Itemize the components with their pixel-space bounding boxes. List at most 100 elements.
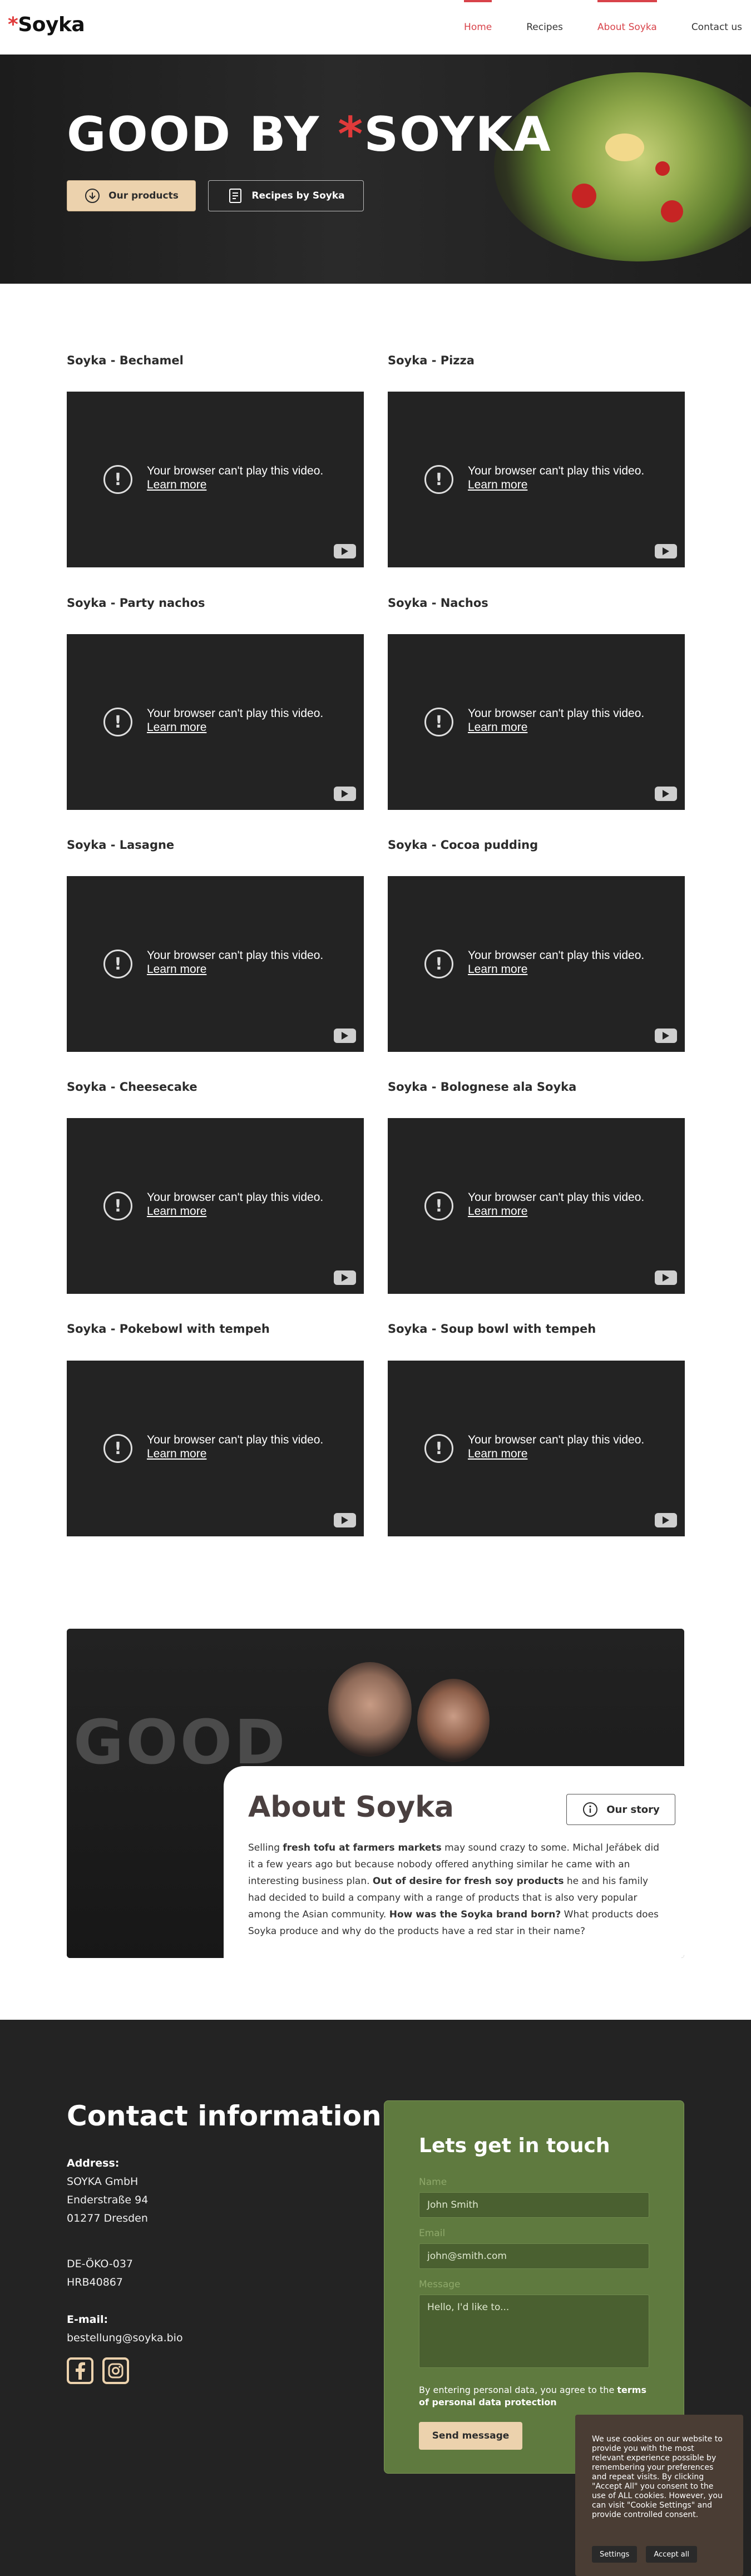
instagram-icon[interactable] xyxy=(102,2357,129,2384)
our-story-button[interactable]: Our story xyxy=(566,1794,675,1825)
youtube-icon[interactable] xyxy=(334,544,356,558)
email-link[interactable]: bestellung@soyka.bio xyxy=(67,2332,183,2344)
video-error-text: Your browser can't play this video. xyxy=(147,707,324,720)
cookie-settings-button[interactable]: Settings xyxy=(592,2546,638,2563)
salad-bowl-image xyxy=(494,72,751,261)
nav-item-about[interactable]: About Soyka xyxy=(597,0,657,55)
video-error-text: Your browser can't play this video. xyxy=(468,464,645,477)
video-error: ! Your browser can't play this video. Lear… xyxy=(424,948,644,978)
video-error: ! Your browser can't play this video. Lear… xyxy=(103,1433,323,1463)
alert-icon: ! xyxy=(424,1191,453,1220)
youtube-icon[interactable] xyxy=(655,1029,677,1043)
video-error: ! Your browser can't play this video. Lear… xyxy=(424,1433,644,1463)
tomato xyxy=(572,184,596,208)
cookie-accept-button[interactable]: Accept all xyxy=(646,2546,697,2563)
contact-title: Contact information xyxy=(67,2100,382,2132)
registration-line: DE-ÖKO-037 xyxy=(67,2258,134,2270)
video-error-text: Your browser can't play this video. xyxy=(147,1433,324,1446)
nav-item-home[interactable]: Home xyxy=(464,0,492,55)
send-message-button[interactable]: Send message xyxy=(419,2422,522,2450)
video-error-text: Your browser can't play this video. xyxy=(468,1191,645,1204)
video-player[interactable]: ! Your browser can't play this video. Lear… xyxy=(67,634,364,810)
video-title: Soyka - Pizza xyxy=(388,354,475,367)
video-player[interactable]: ! Your browser can't play this video. Lear… xyxy=(388,1118,685,1294)
email-label: E-mail: xyxy=(67,2313,108,2326)
address-line: SOYKA GmbH xyxy=(67,2175,139,2188)
our-products-label: Our products xyxy=(108,190,179,201)
video-title: Soyka - Pokebowl with tempeh xyxy=(67,1322,270,1336)
video-error-text: Your browser can't play this video. xyxy=(468,1433,645,1446)
video-error: ! Your browser can't play this video. Lear… xyxy=(424,1190,644,1220)
hero-title: GOOD BY *SOYKA xyxy=(67,107,552,162)
alert-icon: ! xyxy=(103,465,132,494)
video-title: Soyka - Bechamel xyxy=(67,354,184,367)
learn-more-link[interactable]: Learn more xyxy=(147,1204,323,1218)
form-title: Lets get in touch xyxy=(419,2134,610,2157)
privacy-note: By entering personal data, you agree to … xyxy=(419,2385,646,2407)
learn-more-link[interactable]: Learn more xyxy=(147,720,323,734)
cookie-banner: We use cookies on our website to provide… xyxy=(575,2415,743,2576)
video-player[interactable]: ! Your browser can't play this video. Lear… xyxy=(388,392,685,567)
learn-more-link[interactable]: Learn more xyxy=(468,720,644,734)
video-player[interactable]: ! Your browser can't play this video. Lear… xyxy=(67,1361,364,1536)
top-navigation: *Soyka Home Recipes About Soyka Contact … xyxy=(0,0,751,55)
youtube-icon[interactable] xyxy=(334,1270,356,1285)
video-title: Soyka - Bolognese ala Soyka xyxy=(388,1080,577,1094)
video-player[interactable]: ! Your browser can't play this video. Lear… xyxy=(388,1361,685,1536)
recipe-book-icon xyxy=(227,187,244,204)
learn-more-link[interactable]: Learn more xyxy=(468,1447,644,1461)
video-error: ! Your browser can't play this video. Lear… xyxy=(424,706,644,736)
video-title: Soyka - Party nachos xyxy=(67,596,205,610)
learn-more-link[interactable]: Learn more xyxy=(468,478,644,492)
youtube-icon[interactable] xyxy=(334,1513,356,1527)
video-player[interactable]: ! Your browser can't play this video. Lear… xyxy=(67,392,364,567)
about-section: GOOD About Soyka Our story Selling fresh… xyxy=(67,1629,684,1958)
person-man xyxy=(328,1662,412,1757)
video-player[interactable]: ! Your browser can't play this video. Lear… xyxy=(388,876,685,1052)
alert-icon: ! xyxy=(424,465,453,494)
person-woman xyxy=(417,1679,490,1762)
youtube-icon[interactable] xyxy=(655,1270,677,1285)
name-field[interactable]: John Smith xyxy=(419,2192,649,2218)
video-title: Soyka - Nachos xyxy=(388,596,488,610)
alert-icon: ! xyxy=(424,708,453,736)
lemon-slice xyxy=(605,134,644,161)
registration-line: HRB40867 xyxy=(67,2276,123,2288)
alert-icon: ! xyxy=(103,1191,132,1220)
learn-more-link[interactable]: Learn more xyxy=(468,1204,644,1218)
video-error: ! Your browser can't play this video. Lear… xyxy=(103,706,323,736)
video-player[interactable]: ! Your browser can't play this video. Lear… xyxy=(388,634,685,810)
learn-more-link[interactable]: Learn more xyxy=(147,478,323,492)
youtube-icon[interactable] xyxy=(655,787,677,801)
video-player[interactable]: ! Your browser can't play this video. Lear… xyxy=(67,876,364,1052)
nav-item-contact[interactable]: Contact us xyxy=(691,0,742,55)
tomato xyxy=(655,161,670,176)
learn-more-link[interactable]: Learn more xyxy=(147,962,323,976)
hero-title-brand: SOYKA xyxy=(364,107,552,162)
cookie-buttons: Settings Accept all xyxy=(592,2546,706,2563)
learn-more-link[interactable]: Learn more xyxy=(468,962,644,976)
video-error-text: Your browser can't play this video. xyxy=(147,949,324,962)
logo[interactable]: *Soyka xyxy=(8,13,85,36)
message-field[interactable]: Hello, I'd like to... xyxy=(419,2295,649,2368)
video-title: Soyka - Lasagne xyxy=(67,838,175,852)
youtube-icon[interactable] xyxy=(655,544,677,558)
alert-icon: ! xyxy=(424,950,453,978)
learn-more-link[interactable]: Learn more xyxy=(147,1447,323,1461)
name-label: Name xyxy=(419,2177,447,2188)
youtube-icon[interactable] xyxy=(334,1029,356,1043)
our-products-button[interactable]: Our products xyxy=(67,180,196,211)
youtube-icon[interactable] xyxy=(655,1513,677,1527)
video-player[interactable]: ! Your browser can't play this video. Lear… xyxy=(67,1118,364,1294)
recipes-button[interactable]: Recipes by Soyka xyxy=(208,180,364,211)
recipes-label: Recipes by Soyka xyxy=(251,190,345,201)
alert-icon: ! xyxy=(103,950,132,978)
facebook-icon[interactable] xyxy=(67,2357,93,2384)
youtube-icon[interactable] xyxy=(334,787,356,801)
video-error: ! Your browser can't play this video. Lear… xyxy=(103,464,323,494)
address-label: Address: xyxy=(67,2157,120,2169)
about-card: About Soyka Our story Selling fresh tofu… xyxy=(224,1766,684,1958)
email-field[interactable]: john@smith.com xyxy=(419,2243,649,2269)
message-label: Message xyxy=(419,2279,461,2290)
nav-item-recipes[interactable]: Recipes xyxy=(526,0,563,55)
